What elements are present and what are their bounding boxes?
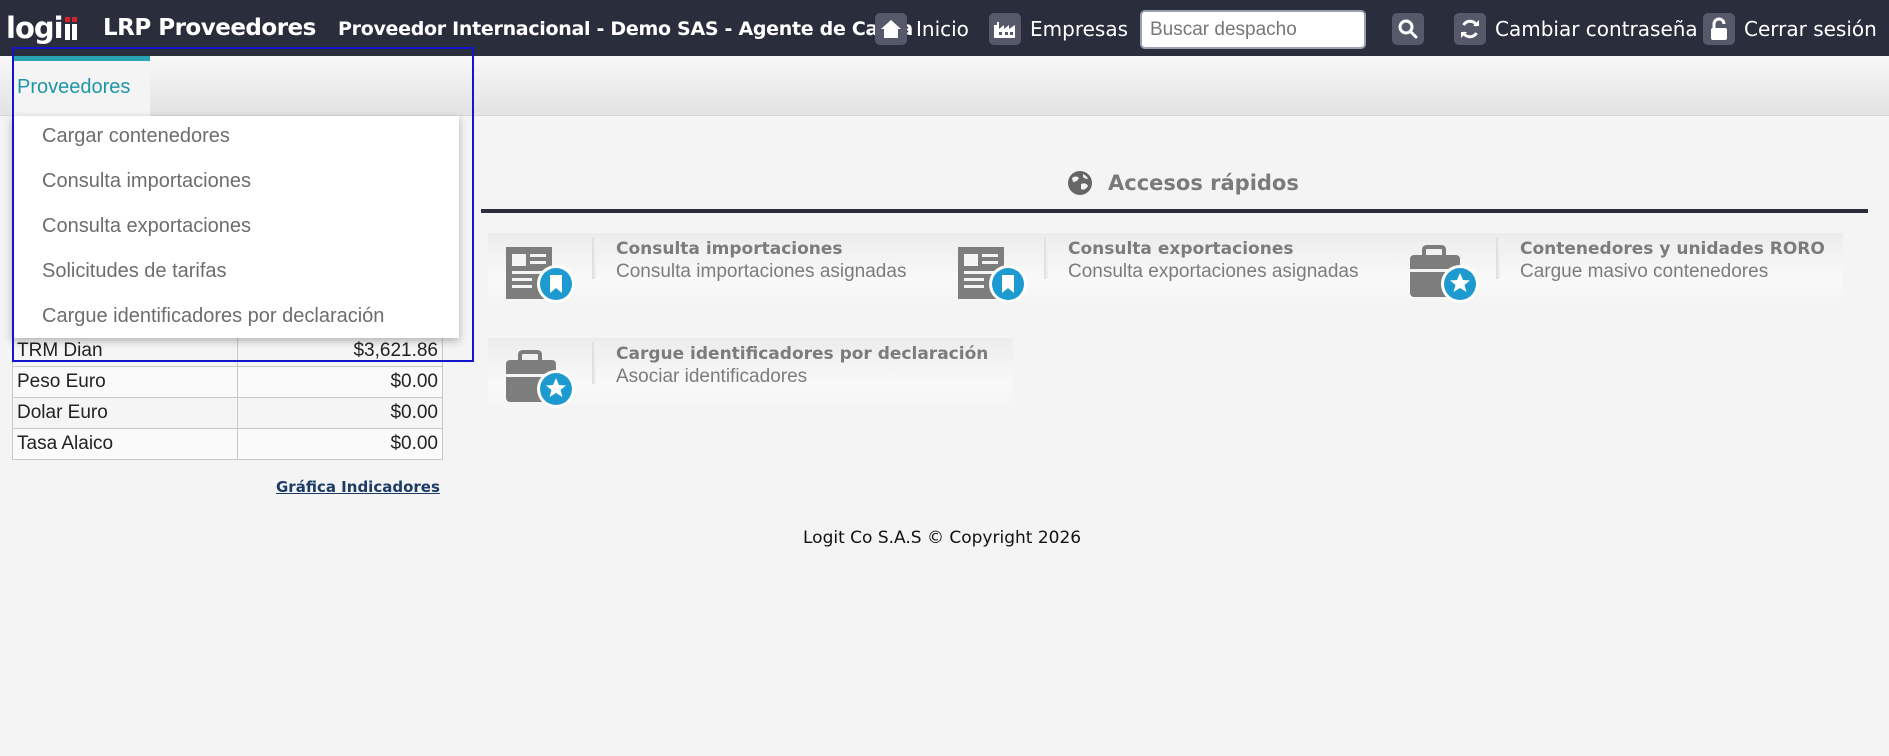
card-separator bbox=[1044, 237, 1048, 279]
search-icon bbox=[1398, 19, 1418, 39]
document-bookmark-icon bbox=[958, 247, 1027, 303]
company-name: Proveedor Internacional - Demo SAS - Age… bbox=[338, 18, 913, 40]
menu-bar: Proveedores bbox=[0, 56, 1889, 116]
factory-icon bbox=[989, 13, 1021, 45]
graph-indicators-link[interactable]: Gráfica Indicadores bbox=[276, 478, 440, 496]
card-separator bbox=[592, 342, 596, 384]
refresh-icon bbox=[1454, 13, 1486, 45]
quick-access-divider bbox=[481, 209, 1868, 213]
card-title: Cargue identificadores por declaración bbox=[616, 344, 989, 364]
app-title: LRP Proveedores bbox=[103, 15, 316, 41]
dropdown-item-consulta-exportaciones[interactable]: Consulta exportaciones bbox=[42, 215, 251, 238]
proveedores-dropdown: Cargar contenedores Consulta importacion… bbox=[12, 116, 459, 338]
indicator-label: Peso Euro bbox=[12, 366, 238, 398]
indicator-value: $0.00 bbox=[237, 366, 443, 398]
nav-companies[interactable]: Empresas bbox=[989, 13, 1128, 45]
dropdown-item-cargar-contenedores[interactable]: Cargar contenedores bbox=[42, 125, 230, 148]
indicators-table: TRM Dian $3,621.86 Peso Euro $0.00 Dolar… bbox=[12, 335, 443, 460]
card-subtitle: Cargue masivo contenedores bbox=[1520, 261, 1769, 282]
indicator-value: $0.00 bbox=[237, 397, 443, 429]
dropdown-item-solicitudes-tarifas[interactable]: Solicitudes de tarifas bbox=[42, 260, 227, 283]
unlock-icon bbox=[1703, 13, 1735, 45]
quick-access-card-importaciones[interactable]: Consulta importaciones Consulta importac… bbox=[488, 233, 943, 309]
indicator-label: Tasa Alaico bbox=[12, 428, 238, 460]
card-title: Consulta exportaciones bbox=[1068, 239, 1294, 259]
table-row: TRM Dian $3,621.86 bbox=[12, 335, 443, 367]
top-bar: logi LRP Proveedores Proveedor Internaci… bbox=[0, 0, 1889, 56]
table-row: Tasa Alaico $0.00 bbox=[12, 428, 443, 460]
card-subtitle: Consulta importaciones asignadas bbox=[616, 261, 907, 282]
nav-home-label: Inicio bbox=[916, 17, 969, 41]
home-icon bbox=[875, 13, 907, 45]
menu-tab-proveedores[interactable]: Proveedores bbox=[12, 56, 150, 116]
briefcase-star-icon bbox=[506, 350, 575, 408]
quick-access-card-exportaciones[interactable]: Consulta exportaciones Consulta exportac… bbox=[940, 233, 1395, 309]
quick-access-card-contenedores[interactable]: Contenedores y unidades RORO Cargue masi… bbox=[1392, 233, 1843, 309]
card-subtitle: Asociar identificadores bbox=[616, 366, 808, 387]
search-button[interactable] bbox=[1392, 13, 1424, 45]
dropdown-item-consulta-importaciones[interactable]: Consulta importaciones bbox=[42, 170, 251, 193]
nav-logout-label: Cerrar sesión bbox=[1744, 17, 1877, 41]
logo-accent-icon bbox=[64, 13, 78, 43]
nav-home[interactable]: Inicio bbox=[875, 13, 969, 45]
nav-logout[interactable]: Cerrar sesión bbox=[1703, 13, 1877, 45]
card-title: Contenedores y unidades RORO bbox=[1520, 239, 1825, 259]
card-title: Consulta importaciones bbox=[616, 239, 843, 259]
briefcase-star-icon bbox=[1410, 245, 1479, 303]
indicator-value: $0.00 bbox=[237, 428, 443, 460]
indicator-label: TRM Dian bbox=[12, 335, 238, 367]
document-bookmark-icon bbox=[506, 247, 575, 303]
nav-change-password-label: Cambiar contraseña bbox=[1495, 17, 1698, 41]
table-row: Dolar Euro $0.00 bbox=[12, 397, 443, 429]
quick-access-card-cargue-identificadores[interactable]: Cargue identificadores por declaración A… bbox=[488, 338, 1013, 414]
globe-icon bbox=[1068, 171, 1092, 195]
logo-text: logi bbox=[6, 11, 64, 45]
dropdown-item-cargue-identificadores[interactable]: Cargue identificadores por declaración bbox=[42, 305, 384, 328]
card-separator bbox=[1496, 237, 1500, 279]
card-subtitle: Consulta exportaciones asignadas bbox=[1068, 261, 1359, 282]
nav-change-password[interactable]: Cambiar contraseña bbox=[1454, 13, 1698, 45]
indicator-label: Dolar Euro bbox=[12, 397, 238, 429]
card-separator bbox=[592, 237, 596, 279]
footer-copyright: Logit Co S.A.S © Copyright 2026 bbox=[803, 528, 1082, 548]
quick-access-title: Accesos rápidos bbox=[1108, 171, 1299, 195]
logit-logo[interactable]: logi bbox=[6, 9, 78, 47]
nav-companies-label: Empresas bbox=[1030, 17, 1128, 41]
search-input[interactable] bbox=[1140, 10, 1366, 49]
table-row: Peso Euro $0.00 bbox=[12, 366, 443, 398]
indicator-value: $3,621.86 bbox=[237, 335, 443, 367]
quick-access-header: Accesos rápidos bbox=[1066, 166, 1299, 200]
